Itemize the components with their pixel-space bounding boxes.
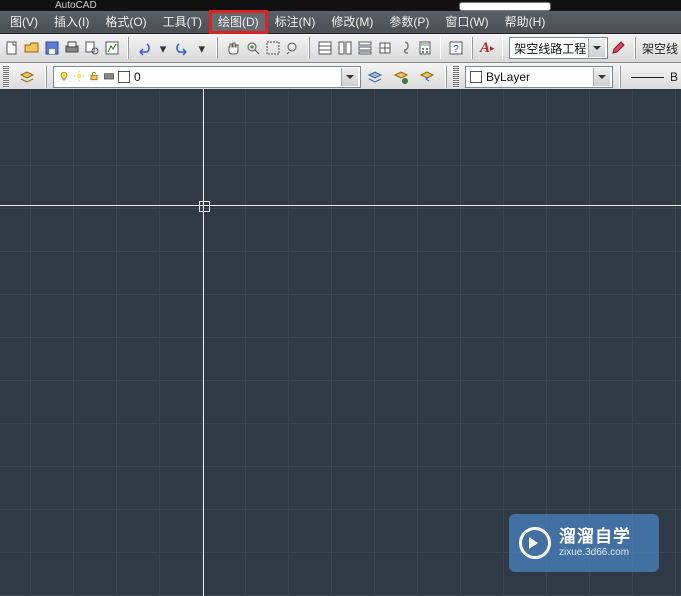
- tool-palettes-icon[interactable]: [356, 36, 374, 60]
- search-input[interactable]: [459, 2, 551, 11]
- watermark-title: 溜溜自学: [559, 527, 631, 547]
- menu-params[interactable]: 参数(P): [381, 11, 437, 33]
- separator: [619, 66, 621, 88]
- menu-format[interactable]: 格式(O): [97, 11, 154, 33]
- menu-tools[interactable]: 工具(T): [155, 11, 210, 33]
- menu-modify[interactable]: 修改(M): [323, 11, 381, 33]
- new-icon[interactable]: [3, 36, 21, 60]
- markup-icon[interactable]: [396, 36, 414, 60]
- chevron-down-icon[interactable]: [588, 39, 605, 57]
- crosshair-vertical: [203, 89, 204, 596]
- chevron-down-icon[interactable]: [593, 68, 610, 86]
- separator: [445, 66, 447, 88]
- layer-name: 0: [134, 70, 339, 84]
- app-title: AutoCAD: [55, 0, 97, 11]
- textstyle-icon[interactable]: A▸: [479, 36, 496, 60]
- play-icon: [519, 527, 551, 559]
- project-select[interactable]: 架空线路工程: [509, 37, 608, 59]
- separator: [440, 37, 442, 59]
- title-bar: AutoCAD: [0, 0, 681, 11]
- properties-icon[interactable]: [316, 36, 334, 60]
- watermark-url: zixue.3d66.com: [559, 547, 631, 559]
- lock-open-icon: [88, 70, 100, 85]
- plot-enabled-icon: [103, 70, 115, 85]
- separator: [634, 37, 636, 59]
- linetype-preview: [631, 77, 664, 78]
- crosshair-horizontal: [0, 205, 681, 206]
- layer-prev-icon[interactable]: [415, 65, 439, 89]
- grip-icon[interactable]: [453, 66, 459, 88]
- design-center-icon[interactable]: [336, 36, 354, 60]
- watermark: 溜溜自学 zixue.3d66.com: [509, 514, 659, 572]
- undo-icon[interactable]: [135, 36, 153, 60]
- redo-icon[interactable]: [173, 36, 191, 60]
- separator: [127, 37, 129, 59]
- drawing-area[interactable]: 溜溜自学 zixue.3d66.com: [0, 89, 681, 596]
- layer-states-icon[interactable]: [363, 65, 387, 89]
- separator: [471, 37, 473, 59]
- separator: [45, 66, 47, 88]
- color-swatch: [470, 71, 482, 83]
- open-icon[interactable]: [23, 36, 41, 60]
- zoom-realtime-icon[interactable]: [244, 36, 262, 60]
- help-icon[interactable]: ?: [447, 36, 465, 60]
- plot-icon[interactable]: [103, 36, 121, 60]
- brush-icon[interactable]: [610, 36, 628, 60]
- zoom-prev-icon[interactable]: [284, 36, 302, 60]
- layer-color-swatch: [118, 71, 130, 83]
- menu-draw[interactable]: 绘图(D): [210, 11, 267, 33]
- chevron-down-icon[interactable]: [341, 68, 358, 86]
- cursor-pickbox: [199, 201, 210, 212]
- separator: [502, 37, 504, 59]
- sheet-set-icon[interactable]: [376, 36, 394, 60]
- print-preview-icon[interactable]: [83, 36, 101, 60]
- right-truncated-label-2: B: [670, 70, 678, 84]
- zoom-window-icon[interactable]: [264, 36, 282, 60]
- layer-props-icon[interactable]: [15, 65, 39, 89]
- sun-icon: [73, 70, 85, 85]
- menu-bar: 图(V) 插入(I) 格式(O) 工具(T) 绘图(D) 标注(N) 修改(M)…: [0, 11, 681, 34]
- separator: [216, 37, 218, 59]
- standard-toolbar: ▾ ▾ ? A▸ 架空线路工程 架空线: [0, 34, 681, 63]
- quickcalc-icon[interactable]: [416, 36, 434, 60]
- svg-text:?: ?: [453, 44, 459, 55]
- layer-toolbar: 0 ByLayer B: [0, 63, 681, 92]
- save-icon[interactable]: [43, 36, 61, 60]
- layer-iso-icon[interactable]: [389, 65, 413, 89]
- menu-insert[interactable]: 插入(I): [46, 11, 97, 33]
- separator: [308, 37, 310, 59]
- menu-window[interactable]: 窗口(W): [437, 11, 496, 33]
- pan-icon[interactable]: [224, 36, 242, 60]
- menu-dimension[interactable]: 标注(N): [267, 11, 324, 33]
- color-select[interactable]: ByLayer: [465, 66, 613, 88]
- right-truncated-label: 架空线: [642, 40, 678, 57]
- menu-help[interactable]: 帮助(H): [497, 11, 554, 33]
- layer-select[interactable]: 0: [53, 66, 361, 88]
- redo-dropdown-icon[interactable]: ▾: [193, 36, 210, 60]
- lightbulb-icon: [58, 70, 70, 85]
- color-value: ByLayer: [486, 70, 591, 84]
- grip-icon[interactable]: [3, 66, 9, 88]
- print-icon[interactable]: [63, 36, 81, 60]
- project-select-value: 架空线路工程: [514, 40, 586, 57]
- undo-dropdown-icon[interactable]: ▾: [155, 36, 172, 60]
- menu-view[interactable]: 图(V): [2, 11, 46, 33]
